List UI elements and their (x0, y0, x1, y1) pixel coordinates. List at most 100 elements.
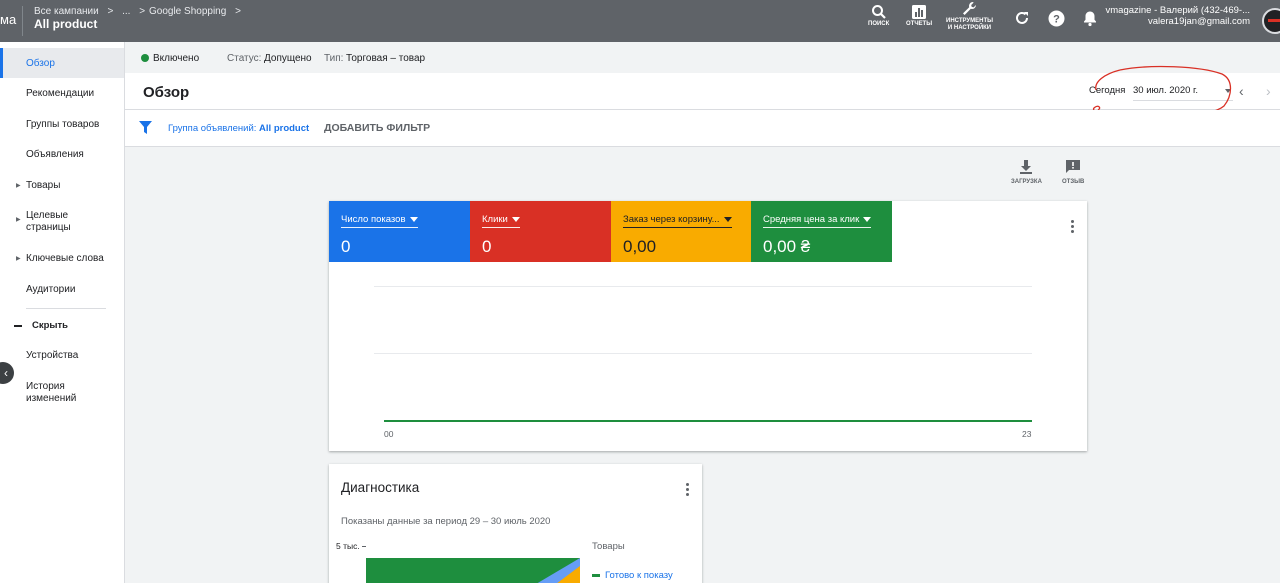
search-label: ПОИСК (868, 21, 890, 27)
download-label: ЗАГРУЗКА (1011, 179, 1042, 185)
sidebar-item-devices[interactable]: Устройства (0, 350, 124, 364)
sidebar-item-label: Группы товаров (26, 119, 100, 130)
avatar[interactable] (1262, 8, 1280, 34)
account-name: vmagazine - Валерий (432-469-... (1105, 5, 1250, 16)
dropdown-caret-icon (723, 216, 732, 222)
help-icon: ? (1048, 10, 1065, 27)
tools-label-line2: И НАСТРОЙКИ (947, 25, 992, 31)
metric-value: 0,00 (623, 237, 657, 256)
dropdown-caret-icon (409, 216, 418, 222)
more-options-icon[interactable] (684, 483, 690, 498)
status-dot-icon (141, 54, 149, 62)
dropdown-caret-icon (863, 216, 872, 222)
active-filter-chip[interactable]: Группа объявлений: All product (168, 123, 309, 134)
chart-gridline (374, 286, 1032, 287)
account-info[interactable]: vmagazine - Валерий (432-469-... valera1… (1100, 5, 1250, 27)
sidebar-item-label: Объявления (26, 149, 84, 160)
sidebar-item-label: История изменений (26, 381, 77, 404)
refresh-button[interactable] (1014, 10, 1030, 29)
page-title-breadcrumb[interactable]: All product (34, 17, 97, 31)
reports-label: ОТЧЕТЫ (906, 21, 933, 27)
metric-name[interactable]: Заказ через корзину... (623, 214, 732, 228)
diagnostics-card: Диагностика Показаны данные за период 29… (329, 464, 702, 583)
reports-icon (912, 5, 927, 19)
filter-value: All product (259, 123, 310, 134)
enabled-status[interactable]: Включено (153, 53, 199, 64)
notifications-button[interactable] (1082, 10, 1098, 30)
metric-name-text: Клики (482, 214, 508, 225)
status-value: Допущено (264, 53, 312, 64)
sidebar-item-label: Ключевые слова (26, 253, 104, 264)
topbar-divider (22, 6, 23, 36)
date-range-value: 30 июл. 2020 г. (1133, 85, 1198, 96)
diagnostics-title: Диагностика (341, 480, 420, 495)
status-label: Статус: (227, 53, 262, 64)
breadcrumb-all-campaigns[interactable]: Все кампании (34, 6, 99, 17)
metric-name[interactable]: Средняя цена за клик (763, 214, 872, 228)
sidebar-item-overview[interactable]: Обзор (0, 48, 124, 78)
breadcrumb-ellipsis[interactable]: ... (122, 6, 130, 17)
download-button[interactable]: ЗАГРУЗКА (1011, 160, 1042, 185)
metric-value: 0,00 ₴ (763, 237, 811, 256)
sidebar-item-change-history[interactable]: История изменений (0, 381, 124, 407)
date-range-select[interactable]: 30 июл. 2020 г. (1133, 85, 1233, 101)
performance-chart-card: Число показов 0 Клики 0 Заказ через корз… (329, 201, 1087, 451)
sidebar-item-label: Обзор (26, 58, 55, 69)
previous-period-button[interactable]: ‹ (1239, 83, 1244, 99)
sidebar-item-label: Целевые страницы (26, 210, 71, 233)
metric-name[interactable]: Клики (482, 214, 520, 228)
reports-button[interactable]: ОТЧЕТЫ (906, 4, 932, 28)
page-title: Обзор (143, 84, 190, 101)
metric-clicks[interactable]: Клики 0 (470, 201, 611, 262)
next-period-button[interactable]: › (1266, 83, 1271, 99)
metric-name-text: Число показов (341, 214, 406, 225)
metric-cart-orders[interactable]: Заказ через корзину... 0,00 (611, 201, 752, 262)
filter-icon[interactable] (139, 121, 152, 134)
metric-impressions[interactable]: Число показов 0 (329, 201, 470, 262)
search-button[interactable]: ПОИСК (868, 4, 889, 28)
feedback-button[interactable]: ОТЗЫВ (1062, 160, 1084, 185)
breadcrumb-campaign[interactable]: Google Shopping > (149, 6, 241, 17)
chevron-left-icon: ‹ (4, 366, 8, 380)
chart-gridline (374, 353, 1032, 354)
page-header: Обзор Сегодня 30 июл. 2020 г. ‹ › (125, 73, 1280, 110)
sidebar-item-keywords[interactable]: ▶ Ключевые слова (0, 253, 124, 267)
dropdown-caret-icon (1225, 89, 1231, 93)
sidebar-item-landing-pages[interactable]: ▶ Целевые страницы (0, 210, 124, 236)
sidebar-item-label: Рекомендации (26, 88, 95, 99)
legend-swatch (592, 573, 600, 577)
sidebar-item-audiences[interactable]: Аудитории (0, 284, 124, 298)
more-options-icon[interactable] (1069, 220, 1075, 235)
legend-item-ready[interactable]: Готово к показу (592, 570, 673, 581)
svg-text:?: ? (1053, 14, 1060, 26)
sidebar-item-product-groups[interactable]: Группы товаров (0, 119, 124, 133)
help-button[interactable]: ? (1048, 10, 1065, 30)
filter-bar: Группа объявлений: All product ДОБАВИТЬ … (125, 110, 1280, 147)
metric-name-text: Средняя цена за клик (763, 214, 860, 225)
diagnostics-area-chart (366, 558, 580, 583)
legend-item-label: Готово к показу (605, 570, 673, 581)
add-filter-button[interactable]: ДОБАВИТЬ ФИЛЬТР (324, 122, 430, 134)
sidebar-nav: Обзор Рекомендации Группы товаров Объявл… (0, 42, 125, 583)
metric-value: 0 (341, 237, 351, 256)
sidebar-item-products[interactable]: ▶ Товары (0, 180, 124, 194)
sidebar-hide-toggle[interactable]: Скрыть (0, 320, 124, 334)
wrench-icon (962, 2, 976, 15)
breadcrumb-separator: > (235, 6, 241, 17)
bell-icon (1084, 11, 1096, 27)
feedback-icon (1066, 160, 1081, 173)
x-tick-label: 00 (384, 429, 394, 439)
sidebar-item-label: Товары (26, 180, 61, 191)
tools-settings-button[interactable]: ИНСТРУМЕНТЫ И НАСТРОЙКИ (946, 1, 993, 32)
breadcrumb-campaign-label: Google Shopping (149, 6, 227, 17)
sidebar-item-label: Устройства (26, 350, 79, 361)
sidebar-item-recommendations[interactable]: Рекомендации (0, 88, 124, 102)
search-icon (871, 5, 886, 19)
metric-avg-cpc[interactable]: Средняя цена за клик 0,00 ₴ (751, 201, 892, 262)
tools-label-line1: ИНСТРУМЕНТЫ (946, 18, 994, 24)
feedback-label: ОТЗЫВ (1062, 179, 1085, 185)
sidebar-item-ads[interactable]: Объявления (0, 149, 124, 163)
metric-name[interactable]: Число показов (341, 214, 418, 228)
metric-name-text: Заказ через корзину... (623, 214, 720, 225)
filter-label: Группа объявлений: (168, 123, 257, 134)
